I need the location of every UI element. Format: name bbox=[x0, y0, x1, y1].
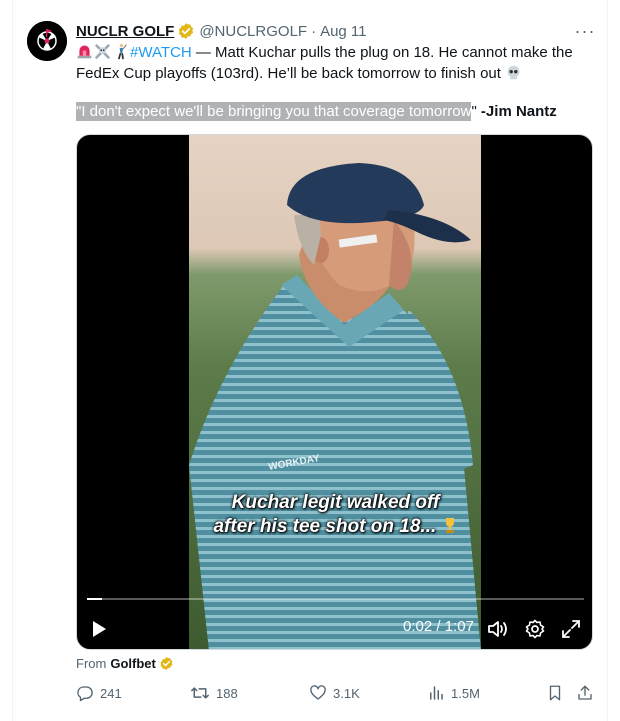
gear-icon bbox=[525, 619, 545, 639]
video-player[interactable]: WORKDAY Kuchar legit walked off after hi… bbox=[76, 134, 593, 650]
like-count: 3.1K bbox=[333, 685, 360, 701]
video-frame: WORKDAY bbox=[189, 135, 481, 649]
verified-badge-icon bbox=[160, 656, 173, 671]
expand-icon bbox=[562, 620, 580, 638]
fullscreen-button[interactable] bbox=[559, 617, 583, 641]
repost-count: 188 bbox=[216, 685, 238, 701]
author-handle[interactable]: @NUCLRGOLF bbox=[199, 23, 307, 40]
share-icon bbox=[578, 685, 592, 700]
more-options-button[interactable]: ··· bbox=[572, 18, 598, 44]
video-progress-fill bbox=[87, 598, 102, 600]
quote-line: "I don't expect we'll be bringing you th… bbox=[76, 101, 557, 122]
repost-button[interactable]: 188 bbox=[190, 684, 238, 702]
tweet-text-line1: — Matt Kuchar pulls the plug on 18. He c… bbox=[191, 44, 573, 61]
video-source: From Golfbet bbox=[76, 656, 174, 671]
video-time: 0:02 / 1:07 bbox=[403, 618, 474, 635]
siren-icon bbox=[77, 45, 92, 59]
tweet-header: NUCLR GOLF @NUCLRGOLF · Aug 11 bbox=[76, 20, 367, 42]
duration: 1:07 bbox=[444, 618, 474, 635]
separator-dot: · bbox=[311, 22, 317, 40]
hashtag-link[interactable]: #WATCH bbox=[130, 44, 192, 61]
repost-icon bbox=[191, 687, 209, 699]
reply-icon bbox=[77, 686, 93, 702]
analytics-icon bbox=[430, 686, 443, 700]
tweet-text-line2: FedEx Cup playoffs (103rd). He’ll be bac… bbox=[76, 65, 506, 82]
caption-line2: after his tee shot on 18... bbox=[77, 515, 592, 539]
view-count: 1.5M bbox=[451, 685, 480, 701]
tweet-actions: 241 188 3.1K 1.5M bbox=[76, 684, 596, 706]
bookmark-icon bbox=[549, 685, 561, 701]
video-caption: Kuchar legit walked off after his tee sh… bbox=[77, 491, 592, 539]
avatar[interactable] bbox=[27, 21, 67, 61]
more-icon: ··· bbox=[574, 20, 596, 41]
quote-attribution: -Jim Nantz bbox=[476, 103, 557, 120]
play-icon bbox=[93, 621, 106, 637]
tweet-date[interactable]: Aug 11 bbox=[320, 23, 366, 40]
volume-icon bbox=[488, 621, 507, 637]
trophy-icon bbox=[445, 518, 454, 533]
views-button[interactable]: 1.5M bbox=[427, 684, 480, 702]
bookmark-button[interactable] bbox=[546, 684, 570, 702]
golfer-icon bbox=[117, 43, 127, 60]
time-separator: / bbox=[432, 618, 445, 635]
like-button[interactable]: 3.1K bbox=[309, 684, 360, 702]
heart-icon bbox=[310, 685, 326, 700]
source-label: From bbox=[76, 656, 107, 671]
volume-button[interactable] bbox=[486, 617, 510, 641]
timeline-border-right bbox=[607, 0, 608, 721]
share-button[interactable] bbox=[576, 684, 600, 702]
golfer-video-image: WORKDAY bbox=[189, 135, 481, 649]
crossbones-icon bbox=[95, 44, 110, 59]
reply-count: 241 bbox=[100, 685, 122, 701]
skull-icon bbox=[507, 65, 520, 80]
caption-line1: Kuchar legit walked off bbox=[231, 492, 440, 513]
reply-button[interactable]: 241 bbox=[76, 684, 122, 702]
highlighted-quote: "I don't expect we'll be bringing you th… bbox=[76, 102, 472, 121]
author-name[interactable]: NUCLR GOLF bbox=[76, 23, 174, 40]
current-time: 0:02 bbox=[403, 618, 433, 635]
timeline-border-left bbox=[12, 0, 13, 721]
source-name[interactable]: Golfbet bbox=[110, 656, 156, 671]
nuclr-logo-icon bbox=[27, 21, 67, 61]
verified-badge-icon bbox=[179, 23, 194, 39]
play-button[interactable] bbox=[87, 617, 111, 641]
settings-button[interactable] bbox=[523, 617, 547, 641]
video-progress-bar[interactable] bbox=[87, 598, 584, 600]
tweet-text: #WATCH — Matt Kuchar pulls the plug on 1… bbox=[76, 42, 596, 84]
